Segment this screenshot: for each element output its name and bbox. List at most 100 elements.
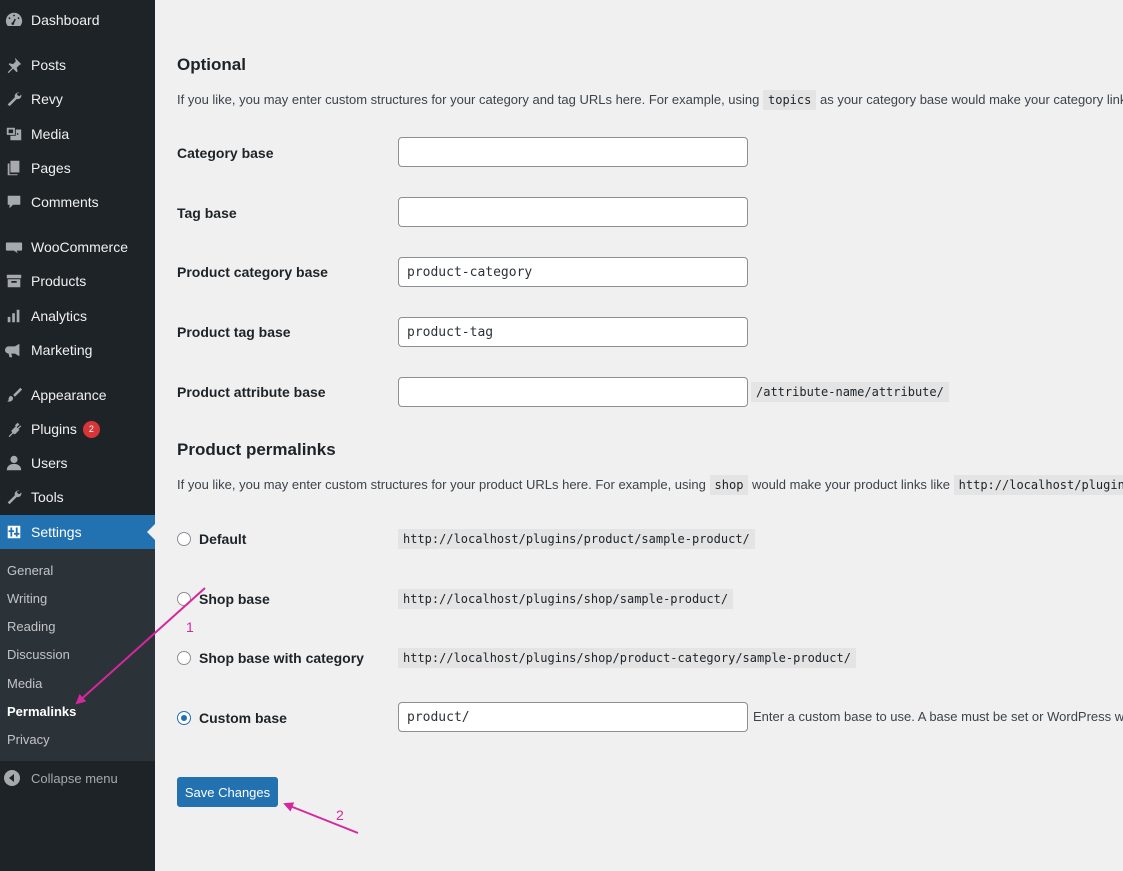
category-base-input[interactable] xyxy=(398,137,748,167)
tag-base-input[interactable] xyxy=(398,197,748,227)
menu-label: Appearance xyxy=(31,387,107,403)
permalink-option-shop-base-category[interactable]: Shop base with category xyxy=(177,650,364,666)
custom-base-note: Enter a custom base to use. A base must … xyxy=(753,709,1123,724)
menu-item-appearance[interactable]: Appearance xyxy=(0,378,155,412)
submenu-writing[interactable]: Writing xyxy=(7,591,47,606)
submenu-permalinks[interactable]: Permalinks xyxy=(7,704,76,719)
media-icon xyxy=(4,124,24,144)
desc-text: If you like, you may enter custom struct… xyxy=(177,92,760,107)
collapse-label: Collapse menu xyxy=(31,770,118,786)
menu-label: Analytics xyxy=(31,308,88,324)
menu-item-media[interactable]: Media xyxy=(0,117,155,151)
product-attribute-base-label: Product attribute base xyxy=(177,384,326,400)
menu-item-marketing[interactable]: Marketing xyxy=(0,333,155,367)
menu-item-dashboard[interactable]: Dashboard xyxy=(0,3,155,37)
collapse-menu-button[interactable]: Collapse menu xyxy=(0,766,155,790)
product-tag-base-input[interactable] xyxy=(398,317,748,347)
menu-item-comments[interactable]: Comments xyxy=(0,185,155,219)
product-attribute-base-input[interactable] xyxy=(398,377,748,407)
menu-item-users[interactable]: Users xyxy=(0,446,155,480)
submenu-discussion[interactable]: Discussion xyxy=(7,647,70,662)
menu-label: Dashboard xyxy=(31,12,100,28)
wrench-icon xyxy=(4,487,24,507)
comment-icon xyxy=(4,192,24,212)
menu-label: Comments xyxy=(31,194,99,210)
archive-icon xyxy=(4,271,24,291)
menu-item-products[interactable]: Products xyxy=(0,264,155,298)
permalink-option-custom-base[interactable]: Custom base xyxy=(177,710,287,726)
pages-icon xyxy=(4,158,24,178)
submenu-media[interactable]: Media xyxy=(7,676,42,691)
product-category-base-input[interactable] xyxy=(398,257,748,287)
custom-base-radio[interactable] xyxy=(177,711,191,725)
menu-label: Posts xyxy=(31,57,67,73)
dashboard-icon xyxy=(4,10,24,30)
product-permalinks-heading: Product permalinks xyxy=(177,440,336,459)
menu-item-revy[interactable]: Revy xyxy=(0,82,155,116)
settings-submenu: General Writing Reading Discussion Media… xyxy=(0,549,155,761)
user-icon xyxy=(4,453,24,473)
main-content: Optional If you like, you may enter cust… xyxy=(155,0,1123,871)
desc-text: as your category base would make your ca… xyxy=(819,92,1123,107)
permalink-option-shop-base[interactable]: Shop base xyxy=(177,591,270,607)
collapse-icon xyxy=(4,770,20,786)
submenu-reading[interactable]: Reading xyxy=(7,619,55,634)
brush-icon xyxy=(4,385,24,405)
shop-base-category-permalink-example: http://localhost/plugins/shop/product-ca… xyxy=(398,648,856,668)
annotation-number-2: 2 xyxy=(336,807,344,823)
menu-label: WooCommerce xyxy=(31,239,128,255)
menu-label: Media xyxy=(31,126,70,142)
desc-code: shop xyxy=(709,475,749,495)
attribute-base-suffix: /attribute-name/attribute/ xyxy=(751,382,949,402)
desc-code: http://localhost/plugins xyxy=(953,475,1123,495)
wrench-icon xyxy=(4,89,24,109)
save-changes-button[interactable]: Save Changes xyxy=(177,777,278,807)
product-permalinks-description: If you like, you may enter custom struct… xyxy=(177,475,1123,495)
custom-base-input[interactable] xyxy=(398,702,748,732)
menu-item-plugins[interactable]: Plugins 2 xyxy=(0,412,155,446)
submenu-general[interactable]: General xyxy=(7,563,53,578)
shop-base-category-radio[interactable] xyxy=(177,651,191,665)
optional-heading: Optional xyxy=(177,55,246,74)
settings-icon xyxy=(4,522,24,542)
menu-label: Users xyxy=(31,455,68,471)
desc-code: topics xyxy=(763,90,817,110)
menu-item-tools[interactable]: Tools xyxy=(0,480,155,514)
shop-base-radio-label: Shop base xyxy=(199,591,270,607)
plugins-update-badge: 2 xyxy=(82,420,100,438)
default-radio-label: Default xyxy=(199,531,247,547)
chart-bar-icon xyxy=(4,306,24,326)
menu-item-settings[interactable]: Settings xyxy=(0,515,155,549)
product-tag-base-label: Product tag base xyxy=(177,324,291,340)
admin-sidebar: Dashboard Posts Revy Media Pages Comment… xyxy=(0,0,155,871)
shop-base-permalink-example: http://localhost/plugins/shop/sample-pro… xyxy=(398,589,734,609)
menu-item-posts[interactable]: Posts xyxy=(0,48,155,82)
plugin-icon xyxy=(4,419,24,439)
menu-label: Tools xyxy=(31,489,64,505)
menu-label: Revy xyxy=(31,91,63,107)
default-permalink-example: http://localhost/plugins/product/sample-… xyxy=(398,529,755,549)
tag-base-label: Tag base xyxy=(177,205,237,221)
shop-base-radio[interactable] xyxy=(177,592,191,606)
desc-text: If you like, you may enter custom struct… xyxy=(177,477,706,492)
woo-icon xyxy=(4,237,24,257)
default-radio[interactable] xyxy=(177,532,191,546)
category-base-label: Category base xyxy=(177,145,274,161)
menu-item-woocommerce[interactable]: WooCommerce xyxy=(0,230,155,264)
menu-item-pages[interactable]: Pages xyxy=(0,151,155,185)
submenu-privacy[interactable]: Privacy xyxy=(7,732,50,747)
annotation-number-1: 1 xyxy=(186,619,194,635)
shop-base-category-radio-label: Shop base with category xyxy=(199,650,364,666)
custom-base-radio-label: Custom base xyxy=(199,710,287,726)
permalink-option-default[interactable]: Default xyxy=(177,531,246,547)
megaphone-icon xyxy=(4,340,24,360)
desc-text: would make your product links like xyxy=(752,477,951,492)
menu-label: Marketing xyxy=(31,342,93,358)
menu-label: Products xyxy=(31,273,87,289)
menu-label: Settings xyxy=(31,524,82,540)
menu-label: Pages xyxy=(31,160,71,176)
menu-item-analytics[interactable]: Analytics xyxy=(0,299,155,333)
product-category-base-label: Product category base xyxy=(177,264,328,280)
optional-description: If you like, you may enter custom struct… xyxy=(177,90,1123,110)
menu-label: Plugins xyxy=(31,421,77,437)
